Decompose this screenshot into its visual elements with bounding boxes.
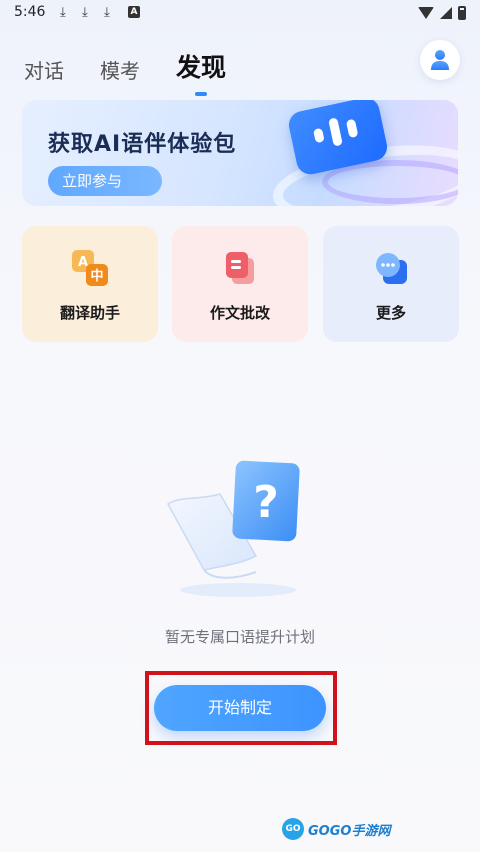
profile-avatar-button[interactable] [420, 40, 460, 80]
user-icon [431, 50, 449, 70]
status-bar: 5:46 ⤓ ⤓ ⤓ A [0, 0, 480, 28]
more-chat-icon [376, 253, 407, 284]
download-icon: ⤓ [104, 5, 110, 20]
join-now-button[interactable]: 立即参与 [48, 166, 162, 196]
active-tab-indicator [195, 92, 207, 96]
document-icon [226, 252, 254, 284]
tab-mock-exam[interactable]: 模考 [100, 55, 140, 84]
tab-discover[interactable]: 发现 [176, 48, 227, 96]
download-icon: ⤓ [82, 5, 88, 20]
tab-discover-label: 发现 [176, 53, 227, 82]
top-tabs: 对话 模考 发现 [24, 40, 227, 96]
watermark-logo: GO [282, 818, 304, 840]
tab-chat[interactable]: 对话 [24, 55, 64, 84]
signal-icon [440, 7, 452, 19]
empty-question-illustration: ? [167, 460, 300, 597]
wifi-icon [418, 7, 434, 19]
banner-title: 获取AI语伴体验包 [48, 132, 237, 157]
svg-text:?: ? [253, 477, 279, 528]
status-indicators [418, 4, 466, 22]
site-watermark: GO GOGO手游网 [282, 818, 390, 840]
essay-correction-label: 作文批改 [209, 304, 270, 322]
highlight-annotation-box [145, 671, 337, 745]
promo-banner[interactable]: 获取AI语伴体验包 立即参与 [22, 100, 458, 206]
empty-state-message: 暂无专属口语提升计划 [164, 628, 315, 646]
app-notification-icon: A [128, 6, 140, 18]
more-card[interactable]: 更多 [323, 226, 459, 342]
translate-assistant-label: 翻译助手 [59, 304, 120, 322]
status-time: 5:46 [14, 4, 46, 20]
svg-text:中: 中 [90, 268, 103, 284]
translate-icon: A 中 [72, 250, 108, 286]
battery-icon [458, 6, 466, 20]
translate-assistant-card[interactable]: A 中 翻译助手 [22, 226, 158, 342]
more-label: 更多 [375, 304, 406, 322]
download-icon: ⤓ [60, 5, 66, 20]
essay-correction-card[interactable]: 作文批改 [172, 226, 308, 342]
watermark-text: GOGO手游网 [308, 823, 391, 839]
